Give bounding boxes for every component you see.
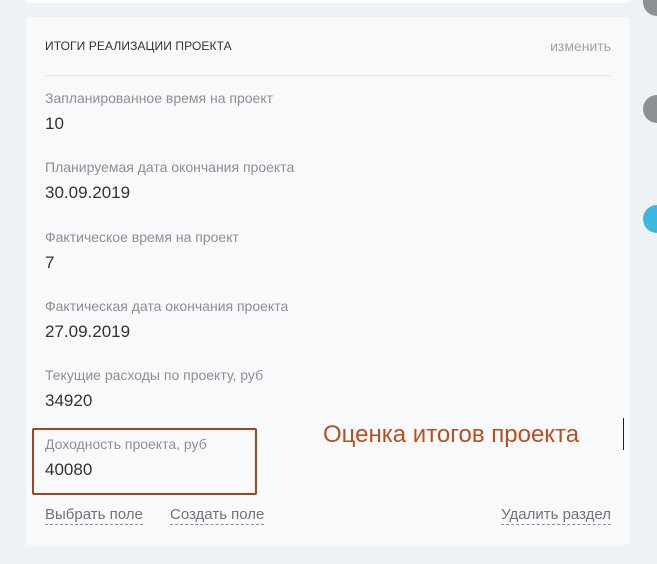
field-value: 34920 [45,391,93,410]
field-planned-time: Запланированное время на проект 10 [45,90,445,134]
field-label: Текущие расходы по проекту, руб [45,367,264,383]
field-label: Фактическая дата окончания проекта [45,298,289,314]
card-header: ИТОГИ РЕАЛИЗАЦИИ ПРОЕКТА изменить [45,38,611,55]
timeline-marker-gray-2 [643,95,657,123]
field-label: Фактическое время на проект [45,229,239,245]
card-title: ИТОГИ РЕАЛИЗАЦИИ ПРОЕКТА [45,39,232,53]
field-value: 30.09.2019 [45,183,131,202]
create-field-link[interactable]: Создать поле [170,506,265,525]
field-actual-time: Фактическое время на проект 7 [45,229,445,273]
field-planned-end-date: Планируемая дата окончания проекта 30.09… [45,159,445,203]
annotation-text: Оценка итогов проекта [323,421,580,448]
project-results-card: ИТОГИ РЕАЛИЗАЦИИ ПРОЕКТА изменить Заплан… [26,17,629,545]
timeline-marker-gray-1 [643,0,657,16]
header-divider [45,75,611,76]
edit-link[interactable]: изменить [550,38,611,54]
field-current-expenses: Текущие расходы по проекту, руб 34920 [45,367,445,411]
field-label: Запланированное время на проект [45,90,274,106]
field-actual-end-date: Фактическая дата окончания проекта 27.09… [45,298,445,342]
field-value: 27.09.2019 [45,322,131,341]
field-label: Планируемая дата окончания проекта [45,159,295,175]
page: ИТОГИ РЕАЛИЗАЦИИ ПРОЕКТА изменить Заплан… [0,0,657,564]
text-cursor [623,418,624,450]
profit-highlight-box [32,428,257,495]
previous-card-edge [26,0,629,3]
timeline-marker-blue [643,205,657,233]
field-value: 7 [45,253,55,272]
field-value: 10 [45,114,64,133]
choose-field-link[interactable]: Выбрать поле [45,506,143,525]
delete-section-link[interactable]: Удалить раздел [501,506,611,525]
